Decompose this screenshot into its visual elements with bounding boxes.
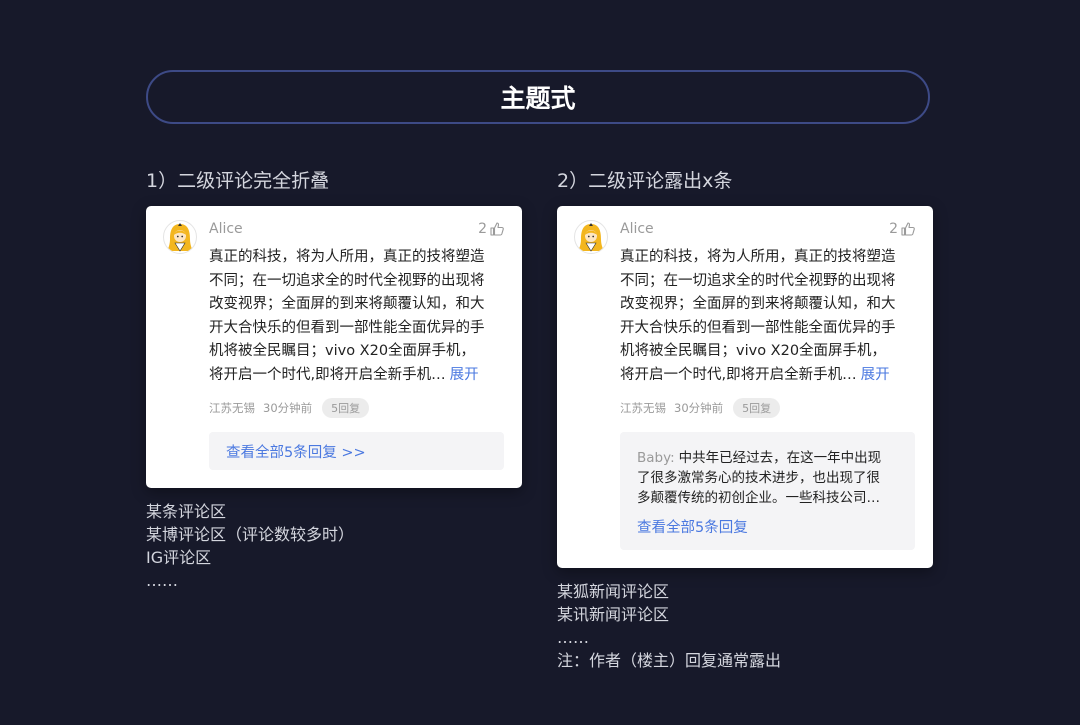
right-captions: 某狐新闻评论区 某讯新闻评论区 …… 注：作者（楼主）回复通常露出 xyxy=(557,580,781,672)
comment-meta: 江苏无锡 30分钟前 5回复 xyxy=(620,398,781,418)
avatar[interactable] xyxy=(163,220,197,254)
cartoon-girl-avatar-icon xyxy=(167,223,193,252)
right-section-heading: 2）二级评论露出x条 xyxy=(557,170,733,192)
comment-line: 改变视界；全面屏的到来将颠覆认知，和大 xyxy=(209,296,485,313)
reply-line: 了很多激常务心的技术进步，也出现了很 xyxy=(637,470,880,486)
location: 江苏无锡 xyxy=(209,401,255,415)
caption-item: 某条评论区 xyxy=(146,502,227,521)
comment-body: 真正的科技，将为人所用，真正的技将塑造 不同；在一切追求全的时代全视野的出现将 … xyxy=(620,246,920,388)
expand-link[interactable]: 展开 xyxy=(450,367,479,383)
like-count: 2 xyxy=(889,221,898,237)
caption-item: 某博评论区（评论数较多时） xyxy=(146,525,355,544)
left-comment-card: Alice 2 真正的科技，将为人所用，真正的技将塑造 不同；在一切追求全的时代… xyxy=(146,206,522,488)
comment-line: 不同；在一切追求全的时代全视野的出现将 xyxy=(620,272,896,289)
cartoon-girl-avatar-icon xyxy=(578,223,604,252)
comment-line: 机将被全民瞩目；vivo X20全面屏手机， xyxy=(620,343,887,360)
right-comment-card: Alice 2 真正的科技，将为人所用，真正的技将塑造 不同；在一切追求全的时代… xyxy=(557,206,933,568)
avatar[interactable] xyxy=(574,220,608,254)
thumbs-up-icon xyxy=(901,222,915,236)
comment-line: 机将被全民瞩目；vivo X20全面屏手机， xyxy=(209,343,476,360)
reply-line: 中共年已经过去，在这一年中出现 xyxy=(678,450,882,466)
location: 江苏无锡 xyxy=(620,401,666,415)
caption-item: 某狐新闻评论区 xyxy=(557,582,670,601)
like-button[interactable]: 2 xyxy=(889,221,916,237)
comment-line: 将开启一个时代,即将开启全新手机… xyxy=(209,366,446,383)
username[interactable]: Alice xyxy=(209,221,243,237)
reply-line: 多颠覆传统的初创企业。一些科技公司… xyxy=(637,490,880,506)
timestamp: 30分钟前 xyxy=(263,401,313,415)
caption-item: 某讯新闻评论区 xyxy=(557,605,670,624)
caption-item: …… xyxy=(146,571,178,590)
comment-meta: 江苏无锡 30分钟前 5回复 xyxy=(209,398,370,418)
comment-line: 将开启一个时代,即将开启全新手机… xyxy=(620,366,857,383)
page-title: 主题式 xyxy=(146,70,930,124)
comment-line: 真正的科技，将为人所用，真正的技将塑造 xyxy=(209,249,485,265)
comment-line: 真正的科技，将为人所用，真正的技将塑造 xyxy=(620,249,896,265)
username[interactable]: Alice xyxy=(620,221,654,237)
comment-line: 开大合快乐的但看到一部性能全面优异的手 xyxy=(620,319,896,336)
expand-link[interactable]: 展开 xyxy=(861,367,890,383)
reply-count-badge[interactable]: 5回复 xyxy=(322,398,370,418)
like-count: 2 xyxy=(478,221,487,237)
collapsed-replies-box: 查看全部5条回复 >> xyxy=(209,432,504,470)
timestamp: 30分钟前 xyxy=(674,401,724,415)
comment-line: 开大合快乐的但看到一部性能全面优异的手 xyxy=(209,319,485,336)
comment-line: 不同；在一切追求全的时代全视野的出现将 xyxy=(209,272,485,289)
caption-item: IG评论区 xyxy=(146,548,212,567)
comment-body: 真正的科技，将为人所用，真正的技将塑造 不同；在一切追求全的时代全视野的出现将 … xyxy=(209,246,509,388)
reply-author[interactable]: Baby: xyxy=(637,450,675,466)
caption-item: 注：作者（楼主）回复通常露出 xyxy=(557,651,782,670)
exposed-replies-box: Baby: 中共年已经过去，在这一年中出现 了很多激常务心的技术进步，也出现了很 … xyxy=(620,432,915,550)
view-all-replies-link[interactable]: 查看全部5条回复 >> xyxy=(226,441,366,462)
reply-count-badge[interactable]: 5回复 xyxy=(733,398,781,418)
comment-line: 改变视界；全面屏的到来将颠覆认知，和大 xyxy=(620,296,896,313)
thumbs-up-icon xyxy=(490,222,504,236)
reply-item: Baby: 中共年已经过去，在这一年中出现 了很多激常务心的技术进步，也出现了很 … xyxy=(637,448,881,508)
left-captions: 某条评论区 某博评论区（评论数较多时） IG评论区 …… xyxy=(146,500,354,592)
like-button[interactable]: 2 xyxy=(478,221,505,237)
caption-item: …… xyxy=(557,628,589,647)
left-section-heading: 1）二级评论完全折叠 xyxy=(146,170,330,192)
view-all-replies-link[interactable]: 查看全部5条回复 xyxy=(637,516,748,537)
